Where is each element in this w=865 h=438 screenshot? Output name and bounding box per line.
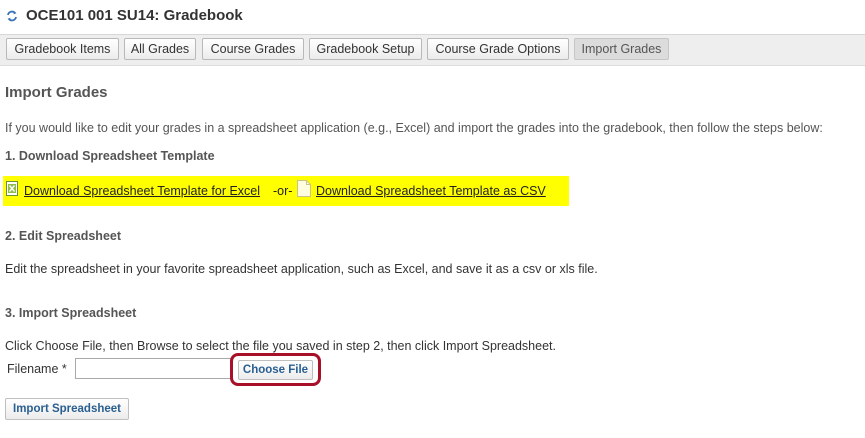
gradebook-nav: Gradebook Items All Grades Course Grades… — [0, 35, 865, 66]
intro-text: If you would like to edit your grades in… — [5, 121, 823, 135]
filename-label: Filename * — [7, 362, 67, 376]
step3-text: Click Choose File, then Browse to select… — [5, 339, 556, 353]
section-heading: Import Grades — [5, 84, 108, 101]
import-spreadsheet-button[interactable]: Import Spreadsheet — [5, 398, 129, 420]
tab-all-grades[interactable]: All Grades — [124, 38, 196, 60]
choose-file-annotation: Choose File — [230, 353, 321, 386]
download-excel-link[interactable]: Download Spreadsheet Template for Excel — [24, 184, 260, 198]
page-title: OCE101 001 SU14: Gradebook — [26, 7, 243, 24]
tab-import-grades[interactable]: Import Grades — [574, 38, 669, 60]
step3-title: 3. Import Spreadsheet — [5, 306, 137, 320]
tab-gradebook-setup[interactable]: Gradebook Setup — [309, 38, 422, 60]
step2-title: 2. Edit Spreadsheet — [5, 229, 122, 243]
step1-title: 1. Download Spreadsheet Template — [5, 149, 215, 163]
tab-course-grade-options[interactable]: Course Grade Options — [427, 38, 569, 60]
tab-course-grades[interactable]: Course Grades — [202, 38, 304, 60]
refresh-icon[interactable] — [6, 10, 18, 22]
choose-file-button[interactable]: Choose File — [238, 360, 313, 380]
download-csv-link[interactable]: Download Spreadsheet Template as CSV — [316, 184, 546, 198]
title-bar: OCE101 001 SU14: Gradebook — [0, 0, 865, 35]
or-separator: -or- — [273, 184, 293, 198]
step2-text: Edit the spreadsheet in your favorite sp… — [5, 262, 598, 276]
csv-file-icon — [297, 180, 311, 197]
filename-field[interactable] — [75, 358, 233, 379]
tab-gradebook-items[interactable]: Gradebook Items — [6, 38, 119, 60]
excel-file-icon — [6, 181, 18, 196]
